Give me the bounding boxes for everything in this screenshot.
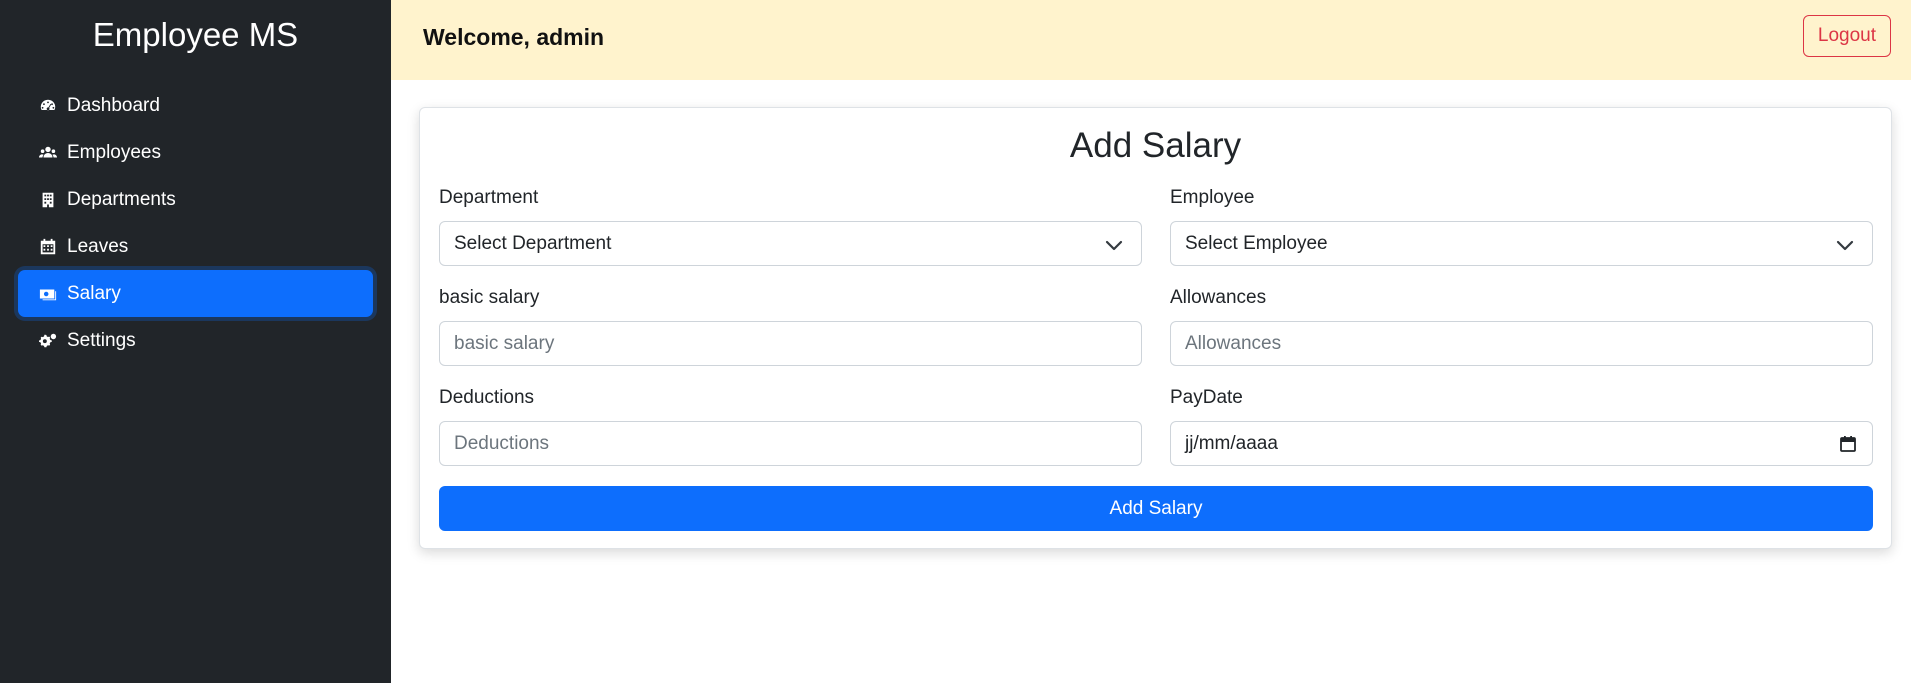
sidebar-item-label: Leaves — [67, 235, 129, 257]
add-salary-button[interactable]: Add Salary — [439, 486, 1873, 531]
users-icon — [38, 143, 58, 163]
add-salary-card: Add Salary Department Select Department … — [419, 107, 1892, 549]
calendar-icon[interactable] — [1838, 434, 1858, 454]
employee-select[interactable]: Select Employee — [1170, 221, 1873, 266]
department-label: Department — [439, 187, 539, 208]
money-bill-icon — [38, 284, 58, 304]
employee-field: Employee Select Employee — [1170, 188, 1873, 266]
sidebar-item-dashboard[interactable]: Dashboard — [18, 82, 373, 129]
paydate-input[interactable]: jj/mm/aaaa — [1170, 421, 1873, 466]
deductions-field: Deductions Deductions — [439, 388, 1142, 466]
deductions-placeholder: Deductions — [454, 432, 550, 454]
brand-title: Employee MS — [92, 16, 299, 53]
form-title: Add Salary — [1069, 126, 1242, 165]
basic-salary-label: basic salary — [439, 287, 540, 308]
chevron-down-icon — [1836, 240, 1854, 251]
department-field: Department Select Department — [439, 188, 1142, 266]
deductions-input[interactable]: Deductions — [439, 421, 1142, 466]
department-select-value: Select Department — [454, 232, 612, 254]
basic-salary-field: basic salary basic salary — [439, 288, 1142, 366]
paydate-value: jj/mm/aaaa — [1185, 432, 1278, 454]
sidebar-item-label: Departments — [67, 188, 176, 210]
calendar-icon — [38, 237, 58, 257]
allowances-placeholder: Allowances — [1185, 332, 1282, 354]
basic-salary-placeholder: basic salary — [454, 332, 555, 354]
allowances-input[interactable]: Allowances — [1170, 321, 1873, 366]
sidebar-item-employees[interactable]: Employees — [18, 129, 373, 176]
cogs-icon — [38, 331, 58, 351]
building-icon — [38, 190, 58, 210]
sidebar-item-label: Dashboard — [67, 94, 160, 116]
employee-label: Employee — [1170, 187, 1255, 208]
top-header: Welcome, admin Logout — [391, 0, 1911, 80]
sidebar-nav: Dashboard Employees Departments Leaves S… — [18, 82, 373, 364]
sidebar-item-label: Salary — [67, 282, 121, 304]
sidebar-item-settings[interactable]: Settings — [18, 317, 373, 364]
chevron-down-icon — [1105, 240, 1123, 251]
tachometer-icon — [38, 96, 58, 116]
sidebar-item-salary[interactable]: Salary — [18, 270, 373, 317]
basic-salary-input[interactable]: basic salary — [439, 321, 1142, 366]
employee-select-value: Select Employee — [1185, 232, 1328, 254]
welcome-text: Welcome, admin — [423, 24, 605, 50]
sidebar-item-label: Employees — [67, 141, 161, 163]
deductions-label: Deductions — [439, 387, 535, 408]
paydate-field: PayDate jj/mm/aaaa — [1170, 388, 1873, 466]
sidebar-item-departments[interactable]: Departments — [18, 176, 373, 223]
department-select[interactable]: Select Department — [439, 221, 1142, 266]
sidebar: Employee MS Dashboard Employees Departme… — [0, 0, 391, 683]
sidebar-item-leaves[interactable]: Leaves — [18, 223, 373, 270]
allowances-field: Allowances Allowances — [1170, 288, 1873, 366]
allowances-label: Allowances — [1170, 287, 1267, 308]
sidebar-item-label: Settings — [67, 329, 136, 351]
logout-button[interactable]: Logout — [1802, 15, 1891, 57]
paydate-label: PayDate — [1170, 387, 1243, 408]
